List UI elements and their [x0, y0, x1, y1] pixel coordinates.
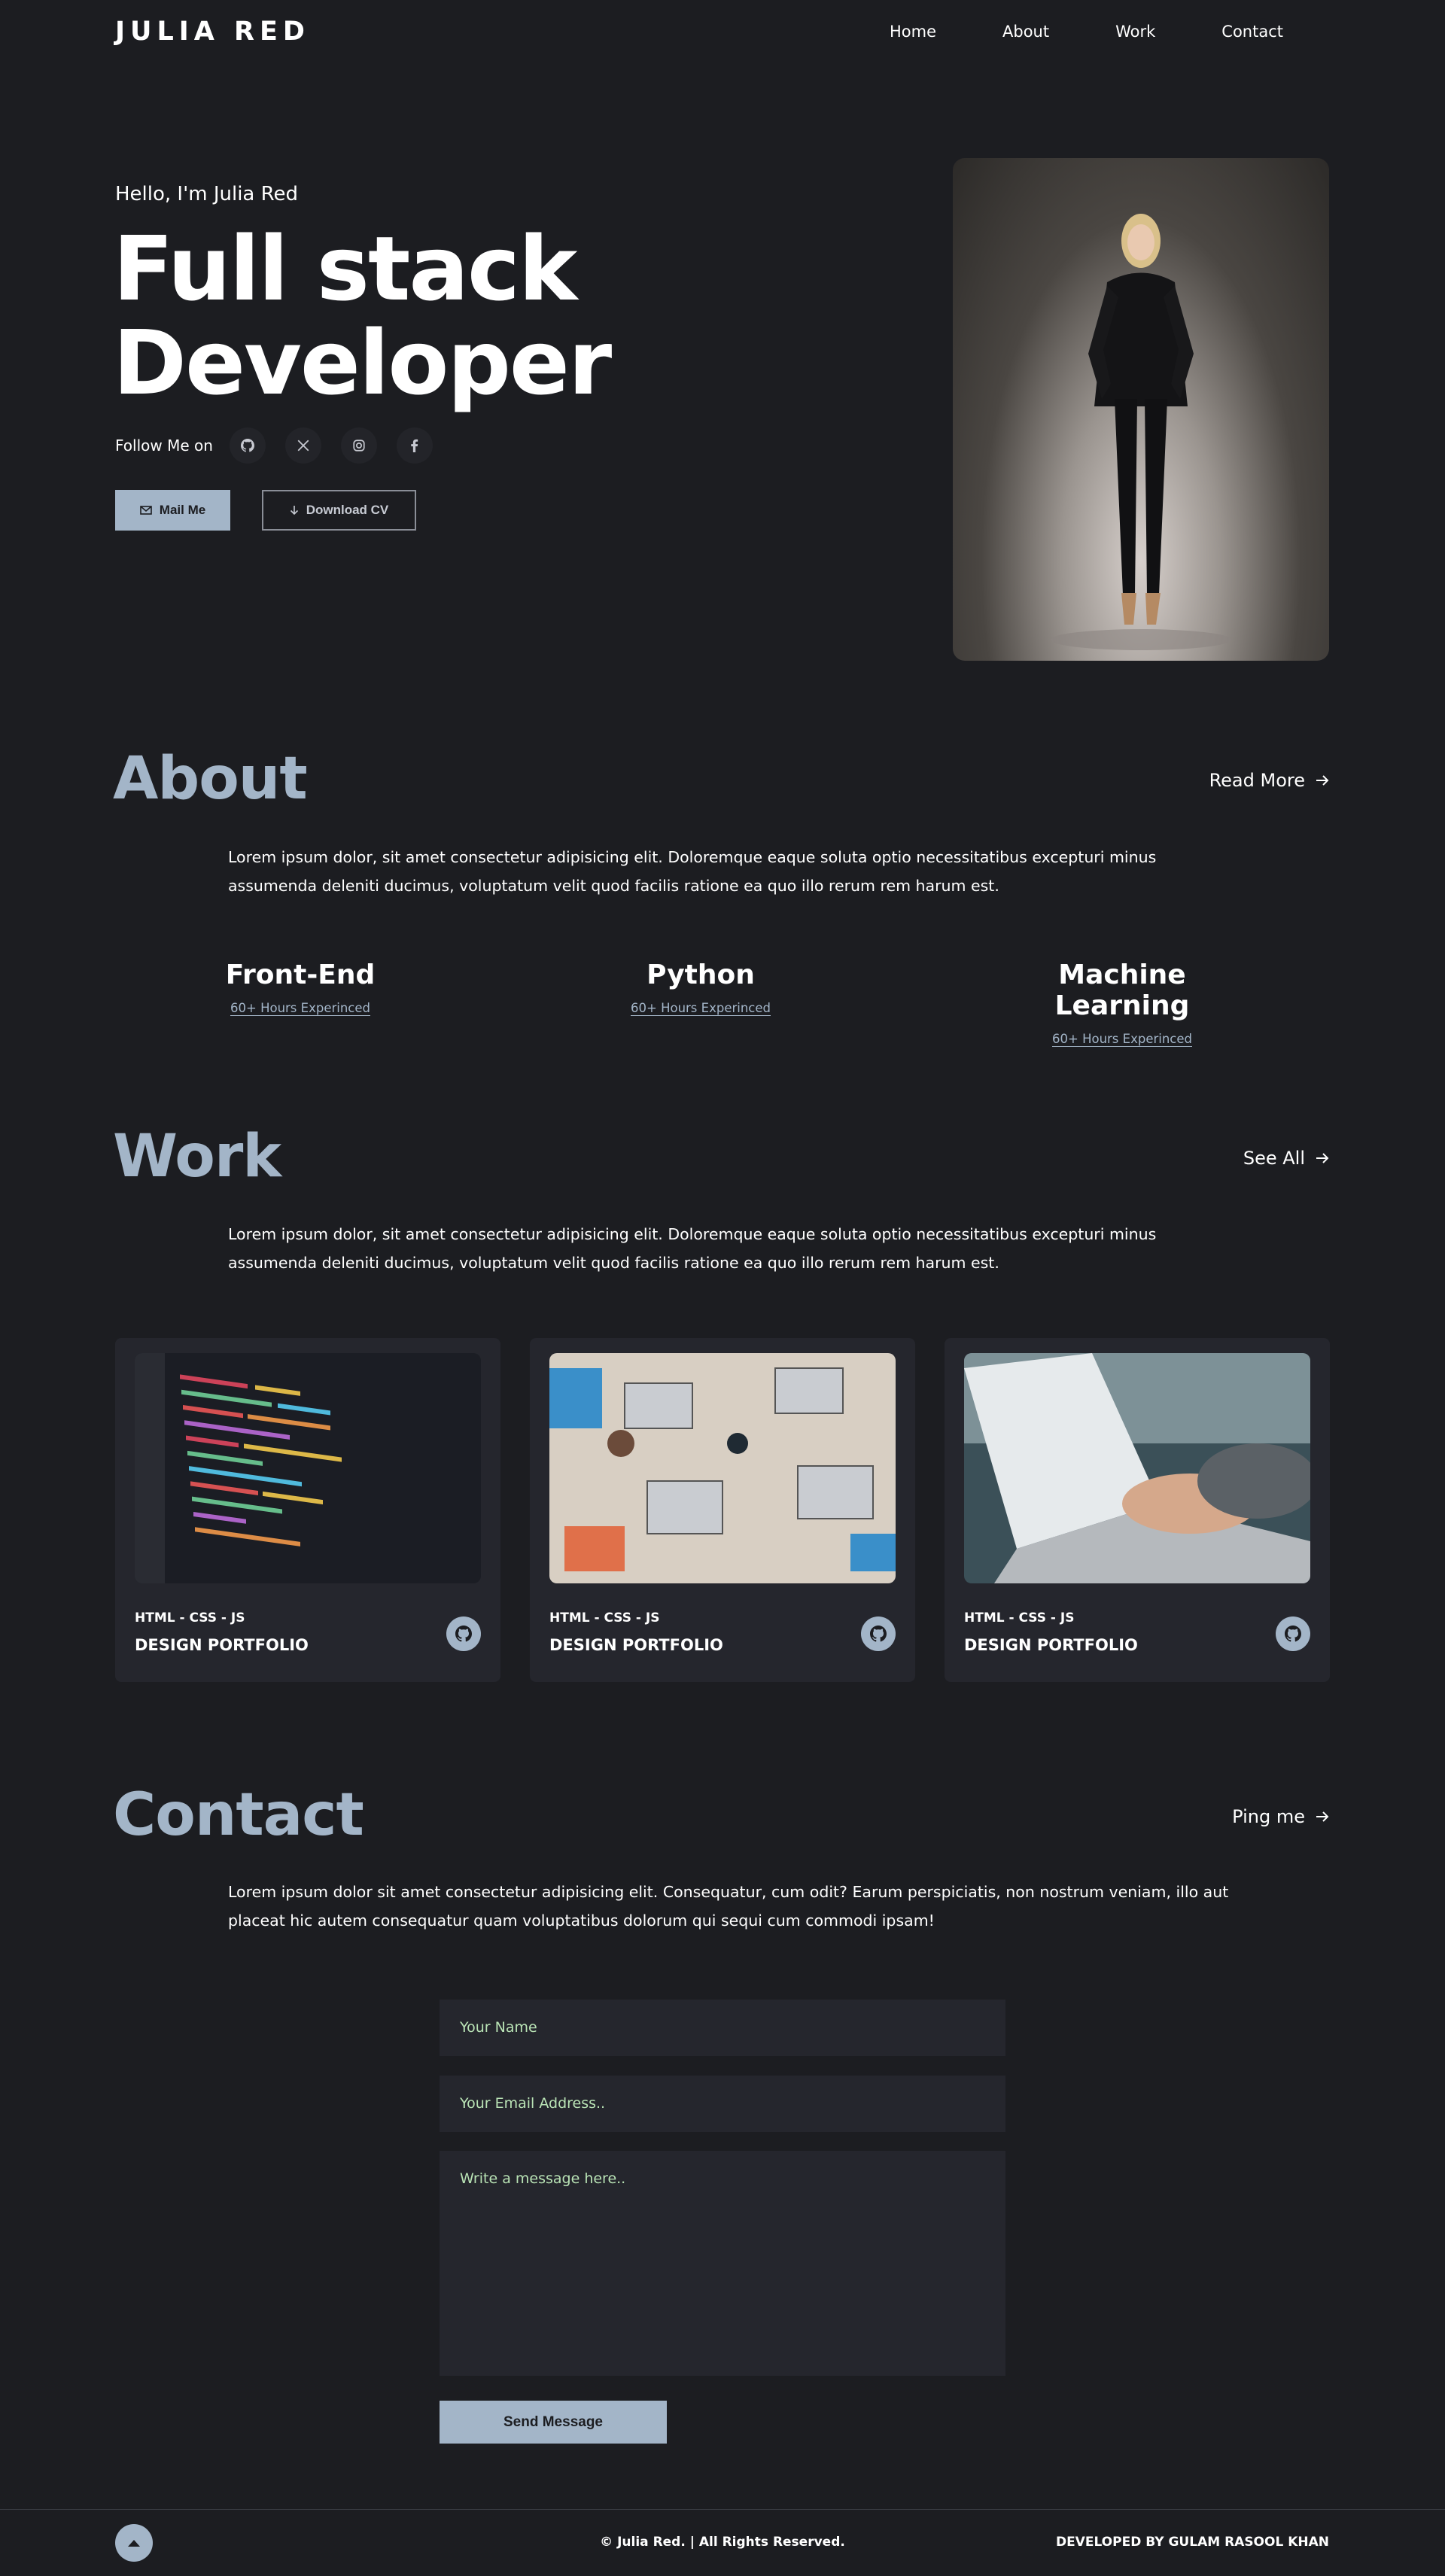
project-title: DESIGN PORTFOLIO	[549, 1636, 723, 1654]
work-text: Lorem ipsum dolor, sit amet consectetur …	[228, 1225, 1157, 1272]
hero-headline: Full stack Developer	[113, 217, 612, 415]
github-icon[interactable]	[446, 1616, 481, 1651]
project-image-desk	[549, 1353, 896, 1583]
message-field[interactable]: Write a message here..	[440, 2151, 1005, 2376]
nav-link-contact[interactable]: Contact	[1221, 23, 1283, 41]
project-card[interactable]: HTML - CSS - JS DESIGN PORTFOLIO	[945, 1338, 1330, 1682]
github-icon[interactable]	[229, 427, 266, 464]
about-title: About	[113, 745, 308, 813]
facebook-icon[interactable]	[396, 427, 433, 464]
skill-experience: 60+ Hours Experinced	[230, 1001, 370, 1015]
project-tech: HTML - CSS - JS	[135, 1610, 245, 1626]
project-title: DESIGN PORTFOLIO	[964, 1636, 1138, 1654]
project-card[interactable]: HTML - CSS - JS DESIGN PORTFOLIO	[530, 1338, 915, 1682]
skill-experience: 60+ Hours Experinced	[1052, 1032, 1192, 1046]
arrow-right-icon	[1316, 1153, 1329, 1163]
skill-experience: 60+ Hours Experinced	[631, 1001, 771, 1015]
developer-credit: DEVELOPED BY GULAM RASOOL KHAN	[1055, 2535, 1329, 2550]
skill-machine-learning: Machine Learning 60+ Hours Experinced	[987, 960, 1258, 1046]
download-cv-label: Download CV	[306, 503, 389, 517]
top-nav: JULIA RED Home About Work Contact	[0, 0, 1445, 68]
footer-divider	[0, 2509, 1445, 2510]
email-field[interactable]: Your Email Address..	[440, 2076, 1005, 2132]
name-placeholder: Your Name	[460, 2019, 537, 2036]
mail-icon	[139, 506, 152, 515]
read-more-label: Read More	[1209, 770, 1305, 791]
project-image-code	[135, 1353, 481, 1583]
hero-greeting: Hello, I'm Julia Red	[115, 183, 299, 205]
ping-me-label: Ping me	[1232, 1806, 1305, 1827]
nav-link-about[interactable]: About	[1002, 23, 1049, 41]
project-image-laptop	[964, 1353, 1310, 1583]
github-icon[interactable]	[861, 1616, 896, 1651]
github-icon[interactable]	[1276, 1616, 1310, 1651]
skill-name: Front-End	[225, 960, 376, 990]
x-icon[interactable]	[284, 427, 321, 464]
social-follow: Follow Me on	[115, 427, 452, 464]
work-title: Work	[113, 1123, 281, 1191]
about-text: Lorem ipsum dolor, sit amet consectetur …	[228, 848, 1157, 895]
project-tech: HTML - CSS - JS	[549, 1610, 660, 1626]
skill-name: Python	[646, 960, 755, 990]
arrow-right-icon	[1316, 775, 1329, 786]
download-cv-button[interactable]: Download CV	[262, 490, 416, 531]
nav-link-home[interactable]: Home	[890, 23, 936, 41]
contact-title: Contact	[113, 1781, 364, 1849]
send-message-button[interactable]: Send Message	[440, 2401, 667, 2444]
project-tech: HTML - CSS - JS	[964, 1610, 1075, 1626]
message-placeholder: Write a message here..	[460, 2170, 626, 2187]
instagram-icon[interactable]	[340, 427, 377, 464]
download-arrow-icon	[290, 506, 298, 516]
hero-headline-line1: Full stack	[113, 217, 577, 321]
read-more-link[interactable]: Read More	[1209, 770, 1329, 791]
email-placeholder: Your Email Address..	[460, 2095, 606, 2112]
skill-python: Python 60+ Hours Experinced	[625, 960, 776, 1015]
see-all-link[interactable]: See All	[1243, 1148, 1329, 1169]
hero-portrait-image	[953, 158, 1329, 661]
nav-link-work[interactable]: Work	[1115, 23, 1155, 41]
skill-name: Machine Learning	[1054, 960, 1190, 1021]
project-title: DESIGN PORTFOLIO	[135, 1636, 309, 1654]
nav-links: Home About Work Contact	[823, 23, 1283, 41]
hero-headline-line2: Developer	[113, 311, 612, 415]
contact-text: Lorem ipsum dolor sit amet consectetur a…	[228, 1883, 1229, 1930]
arrow-right-icon	[1316, 1811, 1329, 1822]
skill-front-end: Front-End 60+ Hours Experinced	[225, 960, 376, 1015]
ping-me-link[interactable]: Ping me	[1232, 1806, 1329, 1827]
site-logo[interactable]: JULIA RED	[115, 17, 310, 47]
name-field[interactable]: Your Name	[440, 2000, 1005, 2056]
project-card[interactable]: HTML - CSS - JS DESIGN PORTFOLIO	[115, 1338, 500, 1682]
follow-label: Follow Me on	[115, 436, 213, 455]
mail-me-button[interactable]: Mail Me	[115, 490, 230, 531]
see-all-label: See All	[1243, 1148, 1305, 1169]
mail-me-label: Mail Me	[159, 503, 206, 517]
